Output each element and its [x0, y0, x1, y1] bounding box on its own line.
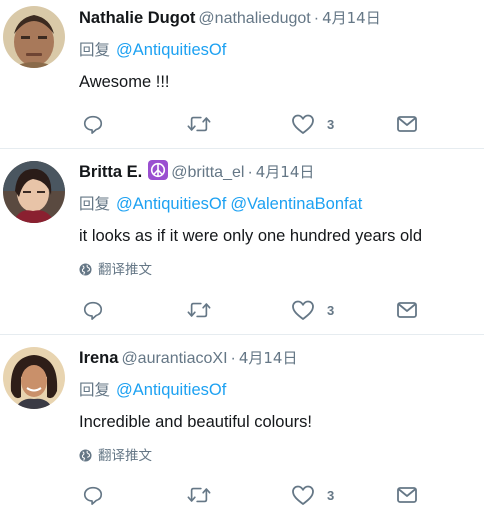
reply-button[interactable]: [82, 111, 104, 137]
tweet-text: Awesome !!!: [79, 73, 170, 91]
like-count[interactable]: 3: [327, 111, 334, 137]
globe-icon: [79, 449, 92, 462]
mention-link[interactable]: @ValentinaBonfat: [230, 195, 362, 213]
reply-context: 回复 @AntiquitiesOf: [79, 379, 476, 401]
translate-tweet-link[interactable]: 翻译推文: [79, 260, 476, 280]
retweet-button[interactable]: [187, 111, 211, 137]
display-name[interactable]: Britta E.: [79, 163, 142, 181]
direct-message-button[interactable]: [397, 482, 417, 508]
mention-link[interactable]: @AntiquitiesOf: [116, 381, 226, 399]
tweet-content: Nathalie Dugot @nathaliedugot · 4月14日 回复 @An…: [79, 6, 476, 94]
tweet-actions: 3: [79, 482, 419, 508]
globe-icon: [79, 263, 92, 276]
tweet-header: Irena @aurantiacoXI · 4月14日: [79, 346, 476, 370]
avatar[interactable]: [3, 347, 65, 409]
separator: ·: [247, 164, 253, 181]
reply-label: 回复: [79, 195, 111, 213]
separator: ·: [230, 350, 236, 367]
tweet-actions: 3: [79, 111, 419, 137]
reply-label: 回复: [79, 381, 111, 399]
tweet-content: Britta E. @britta_el · 4月14日 回复 @Antiquities…: [79, 160, 476, 280]
heart-icon: [292, 300, 314, 320]
retweet-button[interactable]: [187, 297, 211, 323]
username[interactable]: @aurantiacoXI: [121, 350, 227, 367]
retweet-icon: [187, 116, 211, 132]
reply-context: 回复 @AntiquitiesOf @ValentinaBonfat: [79, 193, 476, 215]
tweet[interactable]: Irena @aurantiacoXI · 4月14日 回复 @AntiquitiesO…: [0, 334, 484, 514]
reply-button[interactable]: [82, 482, 104, 508]
mention-link[interactable]: @AntiquitiesOf: [116, 41, 226, 59]
username[interactable]: @nathaliedugot: [198, 10, 310, 27]
like-button[interactable]: [291, 297, 315, 323]
translate-label: 翻译推文: [98, 262, 152, 278]
tweet-text: Incredible and beautiful colours!: [79, 413, 312, 431]
direct-message-button[interactable]: [397, 111, 417, 137]
retweet-icon: [187, 487, 211, 503]
display-name[interactable]: Nathalie Dugot: [79, 9, 195, 27]
peace-sign-icon: [148, 160, 169, 180]
tweet-header: Nathalie Dugot @nathaliedugot · 4月14日: [79, 6, 476, 30]
tweet-text: it looks as if it were only one hundred …: [79, 227, 423, 245]
username[interactable]: @britta_el: [171, 164, 244, 181]
tweet[interactable]: Nathalie Dugot @nathaliedugot · 4月14日 回复 @An…: [0, 0, 484, 148]
direct-message-icon: [397, 116, 417, 132]
retweet-button[interactable]: [187, 482, 211, 508]
avatar[interactable]: [3, 161, 65, 223]
like-count[interactable]: 3: [327, 482, 334, 508]
reply-label: 回复: [79, 41, 111, 59]
reply-context: 回复 @AntiquitiesOf: [79, 39, 476, 61]
reply-icon: [83, 486, 103, 505]
translate-tweet-link[interactable]: 翻译推文: [79, 446, 476, 466]
translate-label: 翻译推文: [98, 448, 152, 464]
heart-icon: [292, 485, 314, 505]
tweet-content: Irena @aurantiacoXI · 4月14日 回复 @AntiquitiesO…: [79, 346, 476, 466]
reply-icon: [83, 301, 103, 320]
tweet-header: Britta E. @britta_el · 4月14日: [79, 160, 476, 184]
reply-icon: [83, 115, 103, 134]
like-button[interactable]: [291, 482, 315, 508]
direct-message-icon: [397, 302, 417, 318]
direct-message-icon: [397, 487, 417, 503]
mention-link[interactable]: @AntiquitiesOf: [116, 195, 226, 213]
tweet[interactable]: Britta E. @britta_el · 4月14日 回复 @Antiquities…: [0, 148, 484, 334]
tweet-actions: 3: [79, 297, 419, 323]
like-button[interactable]: [291, 111, 315, 137]
timestamp[interactable]: 4月14日: [256, 163, 315, 181]
direct-message-button[interactable]: [397, 297, 417, 323]
timestamp[interactable]: 4月14日: [239, 349, 298, 367]
retweet-icon: [187, 302, 211, 318]
avatar[interactable]: [3, 6, 65, 68]
like-count[interactable]: 3: [327, 297, 334, 323]
display-name[interactable]: Irena: [79, 349, 118, 367]
reply-button[interactable]: [82, 297, 104, 323]
timestamp[interactable]: 4月14日: [322, 9, 381, 27]
heart-icon: [292, 114, 314, 134]
separator: ·: [313, 10, 320, 27]
